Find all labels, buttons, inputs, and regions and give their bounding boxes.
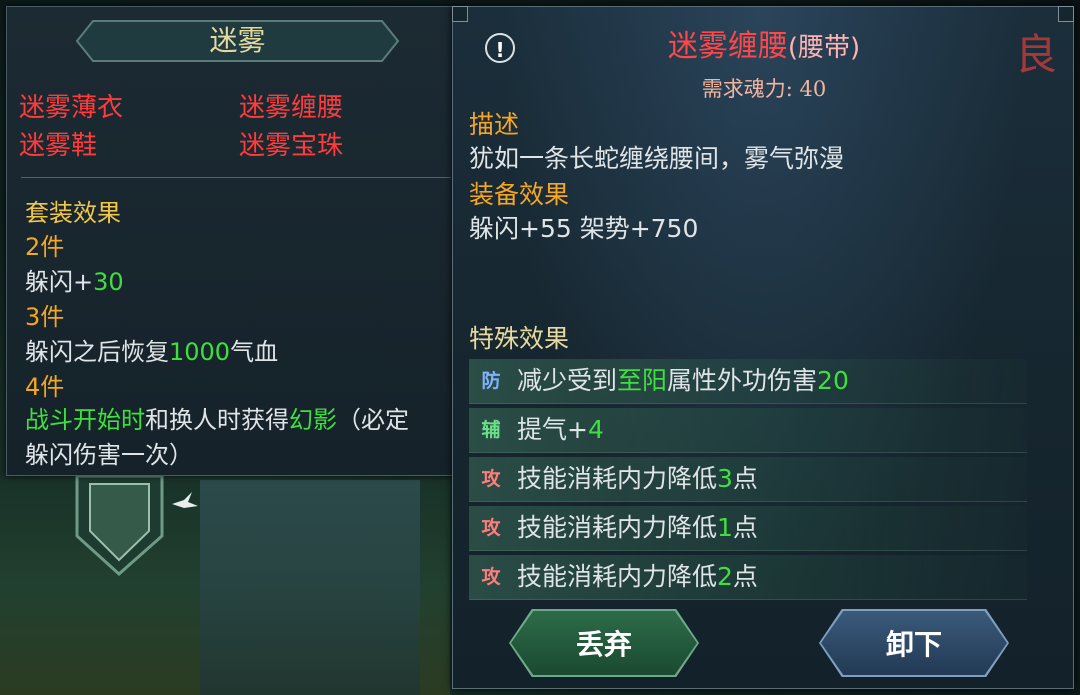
tier-count-3: 3件: [25, 303, 65, 331]
tier-value: 1000: [169, 338, 231, 366]
soul-power-requirement: 需求魂力: 40: [701, 77, 827, 101]
effect-segment: 技能消耗内力降低: [517, 464, 718, 493]
tier-text: 和换人时获得: [145, 406, 289, 434]
unequip-button[interactable]: 卸下: [821, 611, 1007, 675]
attack-tag: 攻: [481, 468, 501, 490]
tier-text: 躲闪+: [25, 268, 94, 296]
effect-text: 技能消耗内力降低3点: [517, 461, 758, 497]
tier-value: 幻影: [289, 406, 337, 434]
effect-value: 2: [717, 562, 733, 591]
tier-text: （必定: [337, 406, 409, 434]
corner-ornament: [452, 6, 468, 22]
set-piece-2[interactable]: 迷雾缠腰: [239, 87, 343, 124]
effect-text: 减少受到至阳属性外功伤害20: [517, 363, 849, 399]
tier-effect-3: 躲闪之后恢复1000气血: [25, 332, 278, 367]
effect-text: 提气+4: [517, 412, 604, 448]
tier-count-2: 2件: [25, 233, 65, 261]
set-bonus-panel: 迷雾 迷雾薄衣 迷雾缠腰 迷雾鞋 迷雾宝珠 套装效果 2件 躲闪+30 3件 躲…: [6, 6, 454, 476]
set-piece-4[interactable]: 迷雾宝珠: [239, 125, 343, 162]
set-title-bar: 迷雾: [75, 19, 400, 63]
effect-segment: 属性外功伤害: [667, 366, 818, 395]
tier-text: 躲闪伤害一次）: [25, 441, 193, 469]
corner-ornament: [1058, 6, 1074, 22]
item-type: (腰带): [787, 33, 861, 63]
effect-segment: 提气+: [517, 415, 588, 444]
effect-segment: 点: [732, 513, 758, 542]
special-effect-row: 攻 技能消耗内力降低2点: [469, 555, 1027, 600]
tier-text: 躲闪之后恢复: [25, 338, 169, 366]
effect-segment: 点: [732, 464, 758, 493]
effect-segment: 点: [732, 562, 758, 591]
description-heading: 描述: [469, 110, 520, 139]
item-name: 迷雾缠腰: [667, 29, 788, 64]
tier-effect-2: 躲闪+30: [25, 262, 124, 297]
effect-value: 1: [717, 513, 733, 542]
effect-text: 技能消耗内力降低1点: [517, 510, 758, 546]
description-text: 犹如一条长蛇缠绕腰间，雾气弥漫: [469, 144, 845, 173]
equip-stats: 躲闪+55 架势+750: [469, 214, 699, 243]
item-title: 迷雾缠腰(腰带): [453, 21, 1075, 65]
divider: [21, 177, 451, 178]
effect-segment: 技能消耗内力降低: [517, 513, 718, 542]
item-detail-panel: ! 迷雾缠腰(腰带) 良 需求魂力: 40 描述 犹如一条长蛇缠绕腰间，雾气弥漫…: [452, 6, 1074, 689]
attack-tag: 攻: [481, 517, 501, 539]
effect-segment: 减少受到: [517, 366, 618, 395]
waterfall-scenery: [200, 480, 420, 695]
defense-tag: 防: [481, 370, 501, 392]
bird-icon: [172, 492, 198, 508]
shield-badge-icon: [75, 476, 164, 576]
tier-value: 战斗开始时: [25, 406, 145, 434]
set-piece-3[interactable]: 迷雾鞋: [19, 125, 97, 162]
set-bonus-heading: 套装效果: [25, 199, 121, 227]
special-effect-row: 辅 提气+4: [469, 408, 1027, 453]
effect-highlight: 至阳: [617, 366, 668, 395]
special-effect-row: 攻 技能消耗内力降低3点: [469, 457, 1027, 502]
effect-value: 4: [587, 415, 604, 444]
effect-value: 20: [817, 366, 849, 395]
special-effect-heading: 特殊效果: [469, 324, 570, 353]
tier-effect-4: 战斗开始时和换人时获得幻影（必定: [25, 400, 409, 435]
tier-count-4: 4件: [25, 373, 65, 401]
tier-effect-4-cont: 躲闪伤害一次）: [25, 435, 193, 470]
effect-segment: 技能消耗内力降低: [517, 562, 718, 591]
support-tag: 辅: [481, 419, 501, 441]
set-piece-1[interactable]: 迷雾薄衣: [19, 87, 123, 124]
equip-effect-heading: 装备效果: [469, 180, 570, 209]
special-effect-row: 防 减少受到至阳属性外功伤害20: [469, 359, 1027, 404]
effect-text: 技能消耗内力降低2点: [517, 559, 758, 595]
tier-text: 气血: [230, 338, 279, 366]
tier-value: 30: [93, 268, 124, 296]
set-title: 迷雾: [209, 24, 266, 57]
special-effect-row: 攻 技能消耗内力降低1点: [469, 506, 1027, 551]
effect-value: 3: [717, 464, 733, 493]
attack-tag: 攻: [481, 566, 501, 588]
discard-button[interactable]: 丢弃: [511, 611, 697, 675]
